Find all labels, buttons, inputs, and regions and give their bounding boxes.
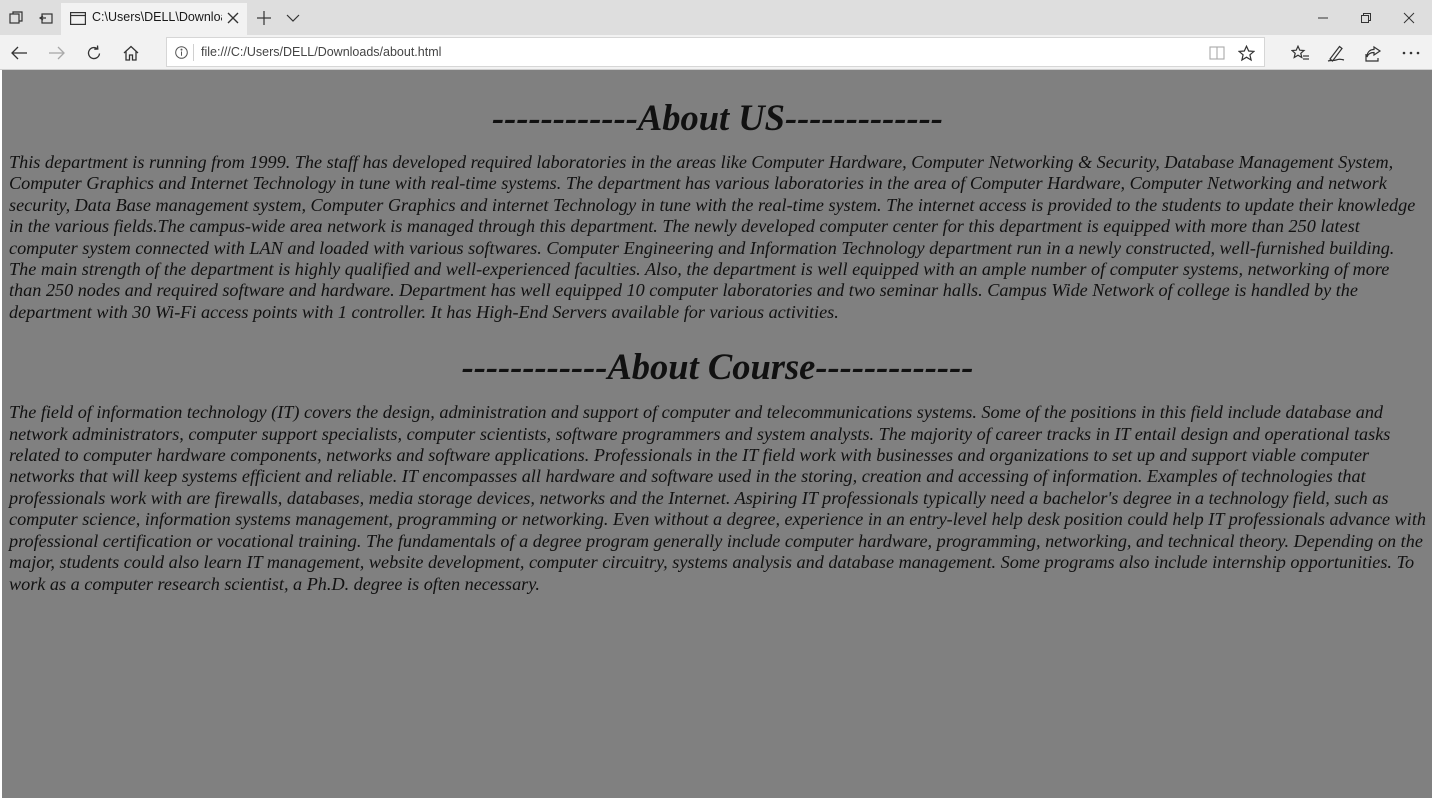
page-content: ------------About US------------- This d…	[2, 70, 1432, 595]
close-window-icon[interactable]	[1386, 0, 1432, 35]
arrow-left-icon[interactable]	[4, 38, 34, 68]
tab-active[interactable]: C:\Users\DELL\Downloa	[61, 3, 247, 35]
star-icon[interactable]	[1235, 42, 1257, 64]
restore-icon[interactable]	[1343, 0, 1389, 35]
close-icon[interactable]	[223, 8, 243, 28]
page-viewport: ------------About US------------- This d…	[0, 70, 1432, 798]
tabs-restore-icon[interactable]	[34, 6, 58, 30]
page-icon	[70, 11, 86, 25]
navigation-toolbar: file:///C:/Users/DELL/Downloads/about.ht…	[0, 35, 1432, 70]
info-icon[interactable]	[174, 45, 188, 59]
address-bar[interactable]: file:///C:/Users/DELL/Downloads/about.ht…	[166, 37, 1265, 67]
address-separator	[193, 44, 194, 61]
about-us-heading: ------------About US-------------	[492, 97, 943, 138]
chevron-down-icon[interactable]	[281, 6, 305, 30]
url-text[interactable]: file:///C:/Users/DELL/Downloads/about.ht…	[201, 45, 441, 59]
book-icon[interactable]	[1206, 42, 1228, 64]
about-us-paragraph: This department is running from 1999. Th…	[9, 152, 1416, 322]
refresh-icon[interactable]	[79, 38, 109, 68]
minimize-icon[interactable]	[1300, 0, 1346, 35]
home-icon[interactable]	[116, 38, 146, 68]
tabs-aside-icon[interactable]	[4, 6, 28, 30]
pen-icon[interactable]	[1321, 38, 1351, 68]
arrow-right-icon[interactable]	[42, 38, 72, 68]
share-icon[interactable]	[1358, 38, 1388, 68]
tab-strip: C:\Users\DELL\Downloa	[0, 0, 1432, 35]
about-course-heading: ------------About Course-------------	[461, 346, 974, 388]
about-course-paragraph: The field of information technology (IT)…	[9, 402, 1427, 594]
star-list-icon[interactable]	[1285, 38, 1315, 68]
tab-title: C:\Users\DELL\Downloa	[92, 10, 222, 24]
ellipsis-icon[interactable]	[1396, 38, 1426, 68]
plus-icon[interactable]	[252, 6, 276, 30]
